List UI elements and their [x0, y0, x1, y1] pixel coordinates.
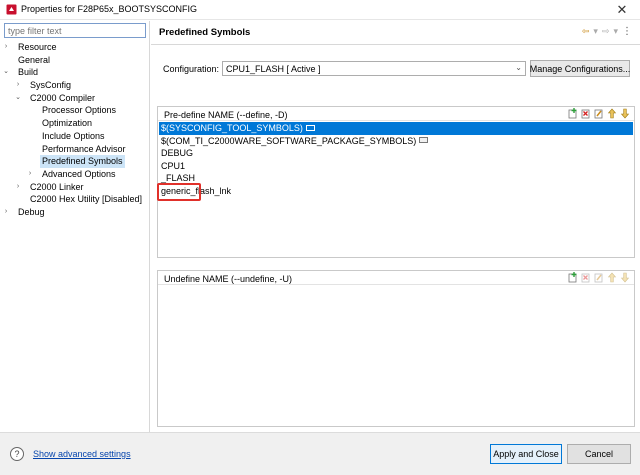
- chevron-right-icon[interactable]: ›: [2, 41, 10, 54]
- chevron-right-icon[interactable]: ›: [26, 168, 34, 181]
- add-icon[interactable]: [568, 108, 578, 119]
- chevron-down-icon[interactable]: ⌄: [2, 66, 10, 79]
- move-down-icon[interactable]: [620, 272, 630, 283]
- edit-icon[interactable]: [594, 108, 604, 119]
- forward-arrow-icon[interactable]: ⇨: [602, 26, 610, 37]
- header-divider: [151, 44, 640, 45]
- delete-icon[interactable]: [581, 108, 591, 119]
- property-tree: › Resource General ⌄ Build › SysConfig ⌄ C2000 C…: [0, 41, 150, 219]
- tree-item-label: C2000 Linker: [30, 181, 84, 192]
- back-menu-icon[interactable]: ▾: [593, 26, 598, 37]
- symbol-text: $(SYSCONFIG_TOOL_SYMBOLS): [161, 123, 303, 133]
- tree-item-label: Processor Options: [42, 105, 117, 116]
- undefine-title: Undefine NAME (--undefine, -U): [164, 274, 293, 284]
- tree-item-label: C2000 Compiler: [30, 92, 96, 103]
- tree-item-label: Build: [18, 67, 39, 78]
- right-area: Predefined Symbols ⇦ ▾ ⇨ ▾ ⋮ Configurati…: [151, 21, 640, 432]
- tree-item[interactable]: Optimization: [0, 117, 150, 130]
- forward-menu-icon[interactable]: ▾: [613, 26, 618, 37]
- tree-item-label: Include Options: [42, 130, 105, 141]
- tree-item[interactable]: Performance Advisor: [0, 143, 150, 156]
- show-advanced-settings-link[interactable]: Show advanced settings: [33, 449, 131, 459]
- predefine-header: Pre-define NAME (--define, -D): [158, 107, 634, 121]
- configuration-value: CPU1_FLASH [ Active ]: [226, 64, 321, 74]
- symbol-list-item[interactable]: generic_flash_lnk: [159, 185, 633, 198]
- chevron-right-icon[interactable]: ›: [2, 206, 10, 219]
- tree-item-label: Performance Advisor: [42, 143, 126, 154]
- tree-item[interactable]: › SysConfig: [0, 79, 150, 92]
- edit-icon[interactable]: [594, 272, 604, 283]
- undefine-header: Undefine NAME (--undefine, -U): [158, 271, 634, 285]
- close-window-button[interactable]: ✕: [604, 0, 640, 20]
- predefine-toolbar: [568, 108, 630, 119]
- symbol-list-item[interactable]: CPU1: [159, 160, 633, 173]
- chevron-right-icon[interactable]: ›: [14, 181, 22, 194]
- symbol-list-item[interactable]: $(SYSCONFIG_TOOL_SYMBOLS): [159, 122, 633, 135]
- tree-item-label: Optimization: [42, 118, 93, 129]
- tree-item[interactable]: › Debug: [0, 206, 150, 219]
- tree-item[interactable]: Processor Options: [0, 104, 150, 117]
- title-bar: Properties for F28P65x_BOOTSYSCONFIG ✕: [0, 0, 640, 20]
- configuration-label: Configuration:: [163, 64, 220, 74]
- delete-icon[interactable]: [581, 272, 591, 283]
- symbol-text: DEBUG: [161, 148, 194, 158]
- tree-item-label: General: [18, 54, 51, 65]
- chevron-right-icon[interactable]: ›: [14, 79, 22, 92]
- symbol-list-item[interactable]: $(COM_TI_C2000WARE_SOFTWARE_PACKAGE_SYMB…: [159, 135, 633, 148]
- move-up-icon[interactable]: [607, 272, 617, 283]
- page-title: Predefined Symbols: [159, 27, 251, 38]
- tree-item-label: Debug: [18, 206, 45, 217]
- left-pane: ›ResourceGeneral⌄Build›SysConfig⌄C2000 C…: [0, 21, 150, 432]
- ellipsis-icon[interactable]: [419, 137, 429, 144]
- cancel-button[interactable]: Cancel: [567, 444, 631, 464]
- tree-item-label: C2000 Hex Utility [Disabled]: [30, 194, 143, 205]
- tree-item[interactable]: Predefined Symbols: [0, 155, 150, 168]
- tree-item-label: Advanced Options: [42, 168, 116, 179]
- tree-item[interactable]: ⌄ Build: [0, 66, 150, 79]
- tree-item[interactable]: › C2000 Linker: [0, 181, 150, 194]
- symbol-list-item[interactable]: _FLASH: [159, 172, 633, 185]
- nav-toolbar: ⇦ ▾ ⇨ ▾ ⋮: [582, 24, 632, 38]
- chevron-down-icon[interactable]: ⌄: [14, 92, 22, 105]
- tree-item[interactable]: › Advanced Options: [0, 168, 150, 181]
- filter-input[interactable]: [4, 23, 146, 38]
- ellipsis-icon[interactable]: [305, 124, 315, 131]
- apply-and-close-button[interactable]: Apply and Close: [490, 444, 562, 464]
- tree-item-label: Resource: [18, 42, 57, 52]
- symbol-text: CPU1: [161, 160, 186, 171]
- undefine-toolbar: [568, 272, 630, 283]
- predefine-list: $(SYSCONFIG_TOOL_SYMBOLS) $(COM_TI_C2000W…: [159, 122, 633, 197]
- tree-item-label: Predefined Symbols: [40, 155, 125, 168]
- view-menu-icon[interactable]: ⋮: [622, 26, 632, 37]
- app-icon: [6, 4, 17, 15]
- symbol-text: $(COM_TI_C2000WARE_SOFTWARE_PACKAGE_SYMB…: [161, 135, 417, 146]
- help-icon[interactable]: ?: [10, 447, 24, 461]
- highlight-annotation: [157, 183, 201, 201]
- tree-item[interactable]: C2000 Hex Utility [Disabled]: [0, 193, 150, 206]
- undefine-panel: Undefine NAME (--undefine, -U): [157, 270, 635, 427]
- manage-configurations-button[interactable]: Manage Configurations...: [530, 60, 630, 77]
- move-down-icon[interactable]: [620, 108, 630, 119]
- tree-item[interactable]: Include Options: [0, 130, 150, 143]
- predefine-panel: Pre-define NAME (--define, -D) $(SYSCONF…: [157, 106, 635, 258]
- move-up-icon[interactable]: [607, 108, 617, 119]
- add-icon[interactable]: [568, 272, 578, 283]
- symbol-list-item[interactable]: DEBUG: [159, 147, 633, 160]
- configuration-select[interactable]: CPU1_FLASH [ Active ] ⌄: [222, 61, 526, 76]
- chevron-down-icon: ⌄: [515, 63, 522, 72]
- tree-item[interactable]: › Resource: [0, 41, 150, 54]
- tree-item[interactable]: ⌄ C2000 Compiler: [0, 92, 150, 105]
- window-title: Properties for F28P65x_BOOTSYSCONFIG: [21, 4, 198, 14]
- predefine-title: Pre-define NAME (--define, -D): [164, 110, 288, 120]
- back-arrow-icon[interactable]: ⇦: [582, 26, 590, 37]
- symbol-text: _FLASH: [161, 173, 196, 183]
- tree-item[interactable]: General: [0, 54, 150, 67]
- tree-item-label: SysConfig: [30, 80, 72, 91]
